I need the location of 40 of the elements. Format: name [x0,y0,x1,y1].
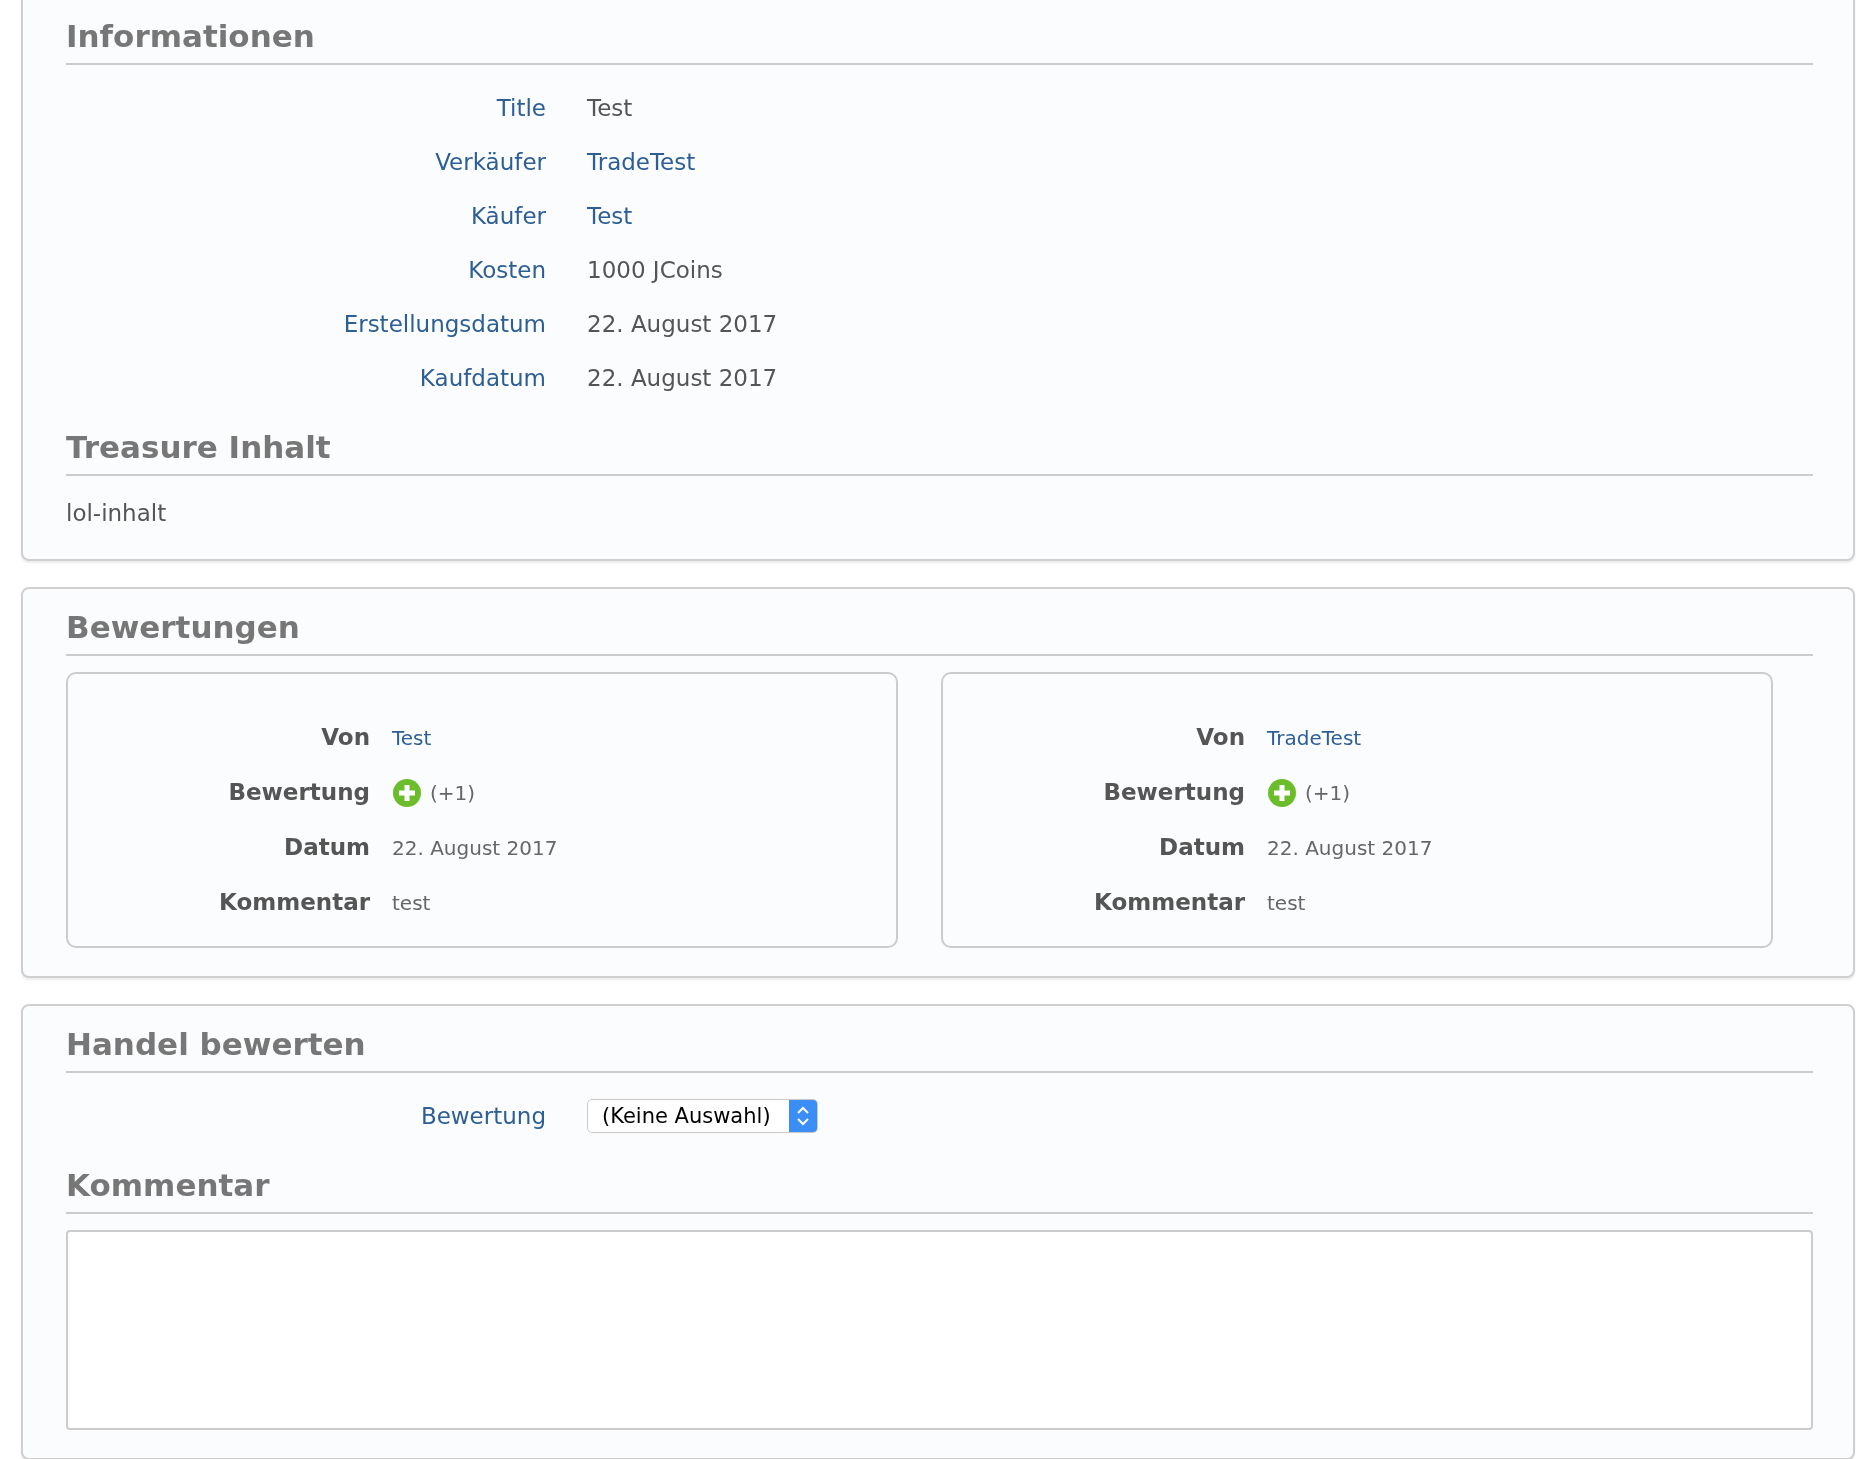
field-label: Von [320,723,370,753]
plus-icon [1267,777,1297,808]
user-link[interactable]: TradeTest [1267,722,1362,753]
field-label: Kosten [467,255,546,285]
field-label: Kommentar [1093,888,1245,918]
field-value: 22. August 2017 [587,363,778,393]
chevron-updown-icon [795,1105,810,1128]
section-heading: Bewertungen [66,608,1813,657]
field-label: Datum [283,833,370,863]
field-label: Kaufdatum [418,363,546,393]
field-label: Kommentar [218,888,370,918]
field-label: Käufer [469,201,546,231]
field-label: Von [1195,723,1245,753]
rating-value: (+1) [430,779,476,807]
field-value: 1000 JCoins [587,255,723,285]
field-value: 22. August 2017 [587,309,778,339]
field-value: test [392,889,431,917]
field-label: Verkäufer [434,147,546,177]
field-label: Erstellungsdatum [342,309,546,339]
field-label: Bewertung [419,1102,546,1131]
comment-field[interactable] [66,1230,1813,1431]
section-heading: Kommentar [66,1167,1813,1215]
field-label: Datum [1158,833,1245,863]
field-label: Title [495,93,546,123]
field-value: 22. August 2017 [1267,834,1433,862]
field-value: Test [587,93,633,123]
field-label: Bewertung [1102,778,1245,808]
content-text: lol-inhalt [66,499,168,529]
field-label: Bewertung [227,778,370,808]
user-link[interactable]: Test [587,198,633,234]
plus-icon [392,777,422,808]
section-heading: Handel bewerten [66,1026,1813,1074]
user-link[interactable]: TradeTest [587,144,696,180]
user-link[interactable]: Test [392,722,432,753]
rating-value: (+1) [1305,779,1351,807]
rating-select[interactable]: (Keine Auswahl) [587,1099,818,1134]
field-value: test [1267,889,1306,917]
section-heading: Informationen [66,18,1813,66]
section-heading: Treasure Inhalt [66,429,1813,477]
field-value: 22. August 2017 [392,834,558,862]
